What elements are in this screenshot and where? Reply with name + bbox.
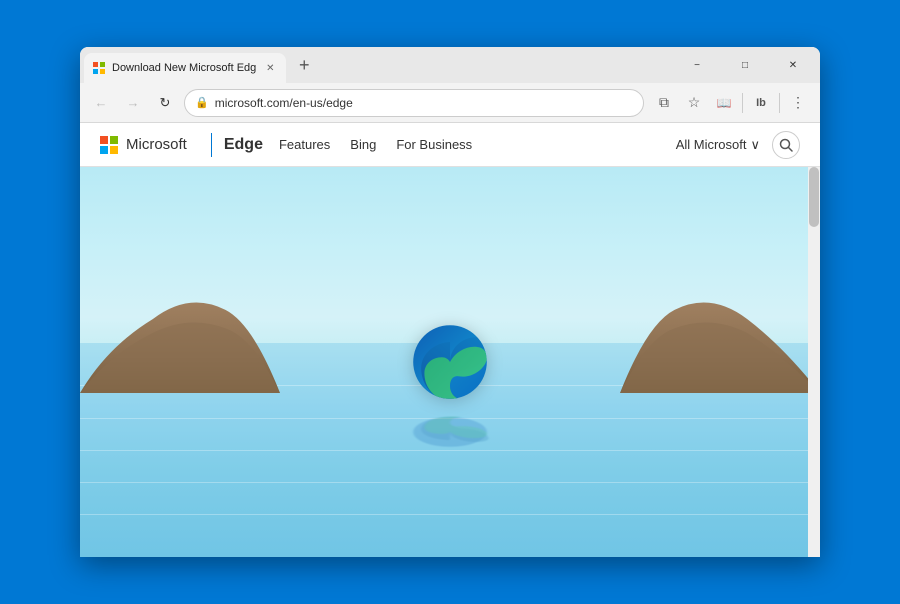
nav-link-features[interactable]: Features	[279, 137, 330, 152]
nav-link-bing[interactable]: Bing	[350, 137, 376, 152]
tab-title: Download New Microsoft Edg	[112, 62, 256, 74]
search-button[interactable]	[772, 131, 800, 159]
active-tab[interactable]: Download New Microsoft Edg ✕	[84, 53, 286, 83]
nav-right: All Microsoft ∨	[676, 131, 800, 159]
toolbar-divider-2	[779, 93, 780, 113]
toolbar-icons: ⧉ ☆ 📖 Ib ⋮	[650, 89, 812, 117]
edge-logo-reflection	[410, 416, 490, 448]
immersive-reader-icon[interactable]: Ib	[747, 89, 775, 117]
ripple-4	[80, 482, 820, 483]
hero-background	[80, 167, 820, 557]
url-text: microsoft.com/en-us/edge	[215, 96, 633, 110]
microsoft-logo-text: Microsoft	[126, 136, 187, 153]
back-button[interactable]: ←	[88, 90, 114, 116]
nav-divider	[211, 133, 212, 157]
forward-button[interactable]: →	[120, 90, 146, 116]
browser-window: Download New Microsoft Edg ✕ + − □ ✕ ← →…	[80, 47, 820, 557]
toolbar-divider	[742, 93, 743, 113]
title-bar: Download New Microsoft Edg ✕ + − □ ✕	[80, 47, 820, 83]
edge-brand-text: Edge	[224, 136, 263, 154]
ms-logo[interactable]: Microsoft	[100, 136, 187, 154]
hill-right	[620, 273, 820, 393]
hill-left	[80, 273, 280, 393]
tab-favicon	[92, 61, 106, 75]
site-nav: Microsoft Edge Features Bing For Busines…	[80, 123, 820, 167]
all-microsoft-button[interactable]: All Microsoft ∨	[676, 137, 760, 153]
tab-area: Download New Microsoft Edg ✕ +	[80, 47, 670, 83]
hero-area	[80, 167, 820, 557]
minimize-button[interactable]: −	[674, 50, 720, 80]
maximize-button[interactable]: □	[722, 50, 768, 80]
address-input[interactable]: 🔒 microsoft.com/en-us/edge	[184, 89, 644, 117]
lock-icon: 🔒	[195, 96, 209, 109]
close-button[interactable]: ✕	[770, 50, 816, 80]
nav-link-forbusiness[interactable]: For Business	[396, 137, 472, 152]
new-tab-button[interactable]: +	[290, 51, 318, 79]
favorites-icon[interactable]: ☆	[680, 89, 708, 117]
address-bar: ← → ↻ 🔒 microsoft.com/en-us/edge ⧉ ☆ 📖 I…	[80, 83, 820, 123]
scrollbar-thumb[interactable]	[809, 167, 819, 227]
collections-icon[interactable]: 📖	[710, 89, 738, 117]
menu-icon[interactable]: ⋮	[784, 89, 812, 117]
tab-close-button[interactable]: ✕	[262, 60, 278, 76]
edge-logo	[410, 322, 490, 402]
copy-icon[interactable]: ⧉	[650, 89, 678, 117]
ripple-5	[80, 514, 820, 515]
window-controls: − □ ✕	[670, 47, 820, 83]
ripple-3	[80, 450, 820, 451]
scrollbar[interactable]	[808, 167, 820, 557]
refresh-button[interactable]: ↻	[152, 90, 178, 116]
